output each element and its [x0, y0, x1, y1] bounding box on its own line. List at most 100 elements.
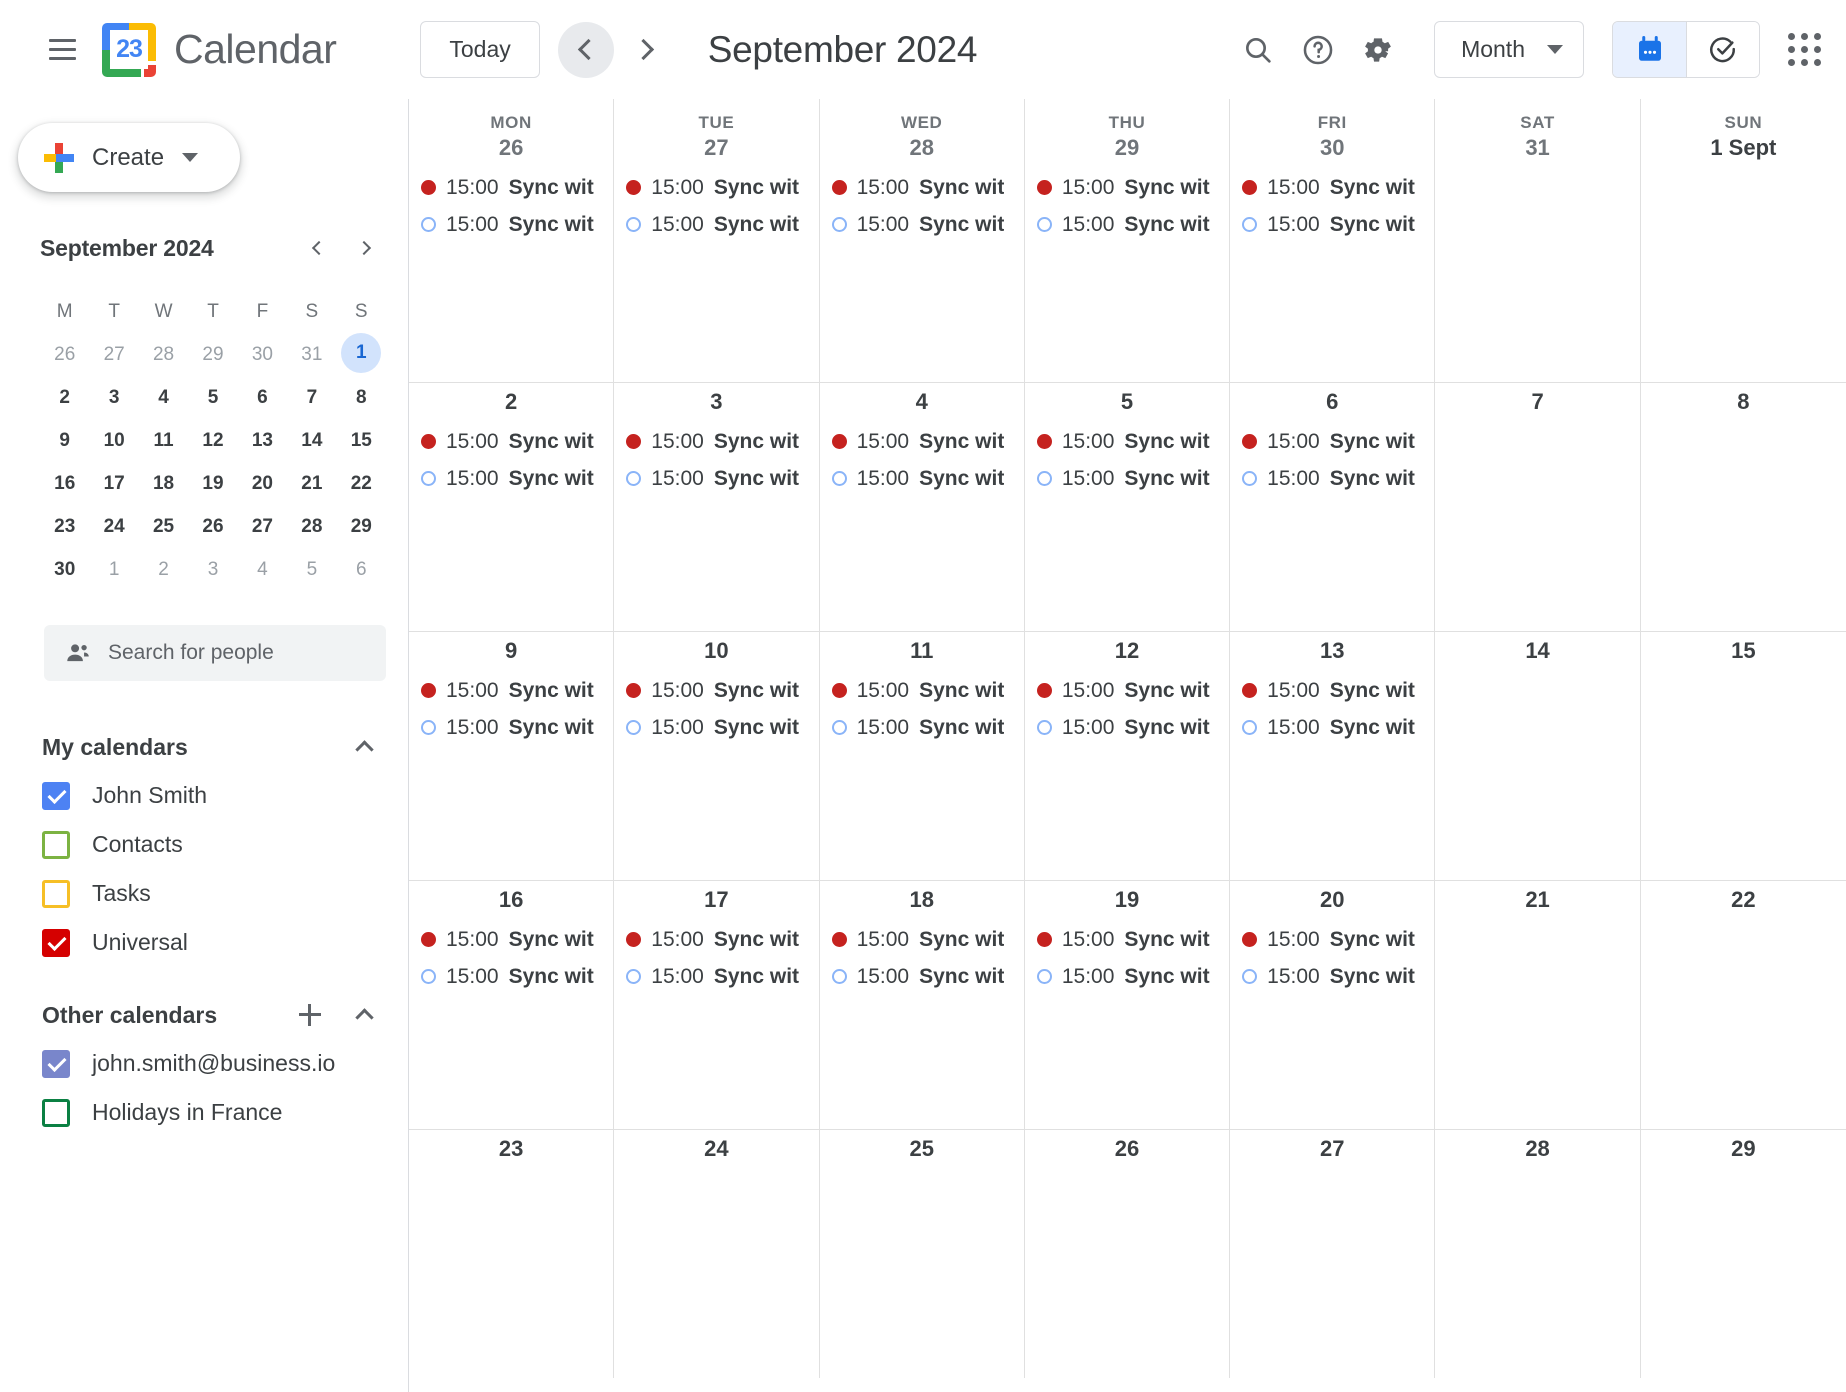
- collapse-my-calendars-button[interactable]: [342, 725, 386, 769]
- calendar-event[interactable]: 15:00 Sync wit: [826, 423, 1018, 460]
- mini-calendar-day[interactable]: 1: [341, 333, 382, 373]
- my-calendar-item[interactable]: Universal: [42, 918, 386, 967]
- day-number[interactable]: 29: [1025, 133, 1229, 169]
- mini-calendar-day[interactable]: 3: [188, 548, 237, 591]
- calendar-event[interactable]: 15:00 Sync wit: [1031, 709, 1223, 746]
- calendar-event[interactable]: 15:00 Sync wit: [1031, 460, 1223, 497]
- day-number[interactable]: 2: [409, 383, 613, 423]
- calendar-event[interactable]: 15:00 Sync wit: [1236, 460, 1428, 497]
- mini-calendar-day[interactable]: 30: [238, 333, 287, 376]
- calendar-day-cell[interactable]: 3 15:00 Sync wit 15:00 Sync wit: [614, 383, 820, 631]
- mini-calendar-day[interactable]: 18: [139, 462, 188, 505]
- calendar-day-cell[interactable]: 12 15:00 Sync wit 15:00 Sync wit: [1025, 632, 1231, 880]
- calendar-event[interactable]: 15:00 Sync wit: [415, 921, 607, 958]
- calendar-event[interactable]: 15:00 Sync wit: [620, 958, 812, 995]
- day-number[interactable]: 1 Sept: [1641, 133, 1846, 169]
- calendar-event[interactable]: 15:00 Sync wit: [415, 460, 607, 497]
- view-selector[interactable]: Month: [1434, 21, 1584, 78]
- calendar-day-cell[interactable]: 27: [1230, 1130, 1436, 1378]
- calendar-day-cell[interactable]: 15: [1641, 632, 1846, 880]
- mini-calendar-day[interactable]: 24: [89, 505, 138, 548]
- today-button[interactable]: Today: [420, 21, 540, 78]
- mini-calendar-day[interactable]: 28: [139, 333, 188, 376]
- my-calendar-checkbox[interactable]: [42, 928, 70, 957]
- day-number[interactable]: 25: [820, 1130, 1024, 1170]
- calendar-day-cell[interactable]: 13 15:00 Sync wit 15:00 Sync wit: [1230, 632, 1436, 880]
- calendar-day-cell[interactable]: 31: [1435, 133, 1641, 382]
- search-people-input[interactable]: Search for people: [44, 625, 386, 681]
- day-number[interactable]: 27: [614, 133, 818, 169]
- calendar-day-cell[interactable]: 6 15:00 Sync wit 15:00 Sync wit: [1230, 383, 1436, 631]
- my-calendars-header[interactable]: My calendars: [42, 723, 386, 771]
- calendar-day-cell[interactable]: 20 15:00 Sync wit 15:00 Sync wit: [1230, 881, 1436, 1129]
- day-number[interactable]: 29: [1641, 1130, 1846, 1170]
- mini-calendar-day[interactable]: 22: [337, 462, 386, 505]
- mini-calendar-day[interactable]: 4: [238, 548, 287, 591]
- calendar-event[interactable]: 15:00 Sync wit: [620, 169, 812, 206]
- calendar-event[interactable]: 15:00 Sync wit: [1031, 206, 1223, 243]
- mini-calendar-day[interactable]: 8: [337, 376, 386, 419]
- calendar-event[interactable]: 15:00 Sync wit: [415, 709, 607, 746]
- calendar-day-cell[interactable]: 4 15:00 Sync wit 15:00 Sync wit: [820, 383, 1025, 631]
- mini-calendar-next-button[interactable]: [346, 228, 386, 268]
- day-number[interactable]: 19: [1025, 881, 1229, 921]
- calendar-day-cell[interactable]: 2 15:00 Sync wit 15:00 Sync wit: [409, 383, 615, 631]
- calendar-event[interactable]: 15:00 Sync wit: [1031, 921, 1223, 958]
- calendar-day-cell[interactable]: 26: [1025, 1130, 1231, 1378]
- my-calendar-checkbox[interactable]: [42, 830, 70, 859]
- other-calendar-item[interactable]: Holidays in France: [42, 1088, 386, 1137]
- day-number[interactable]: 4: [820, 383, 1024, 423]
- day-number[interactable]: 17: [614, 881, 818, 921]
- calendar-day-cell[interactable]: 7: [1435, 383, 1641, 631]
- mini-calendar-day[interactable]: 6: [337, 548, 386, 591]
- calendar-day-cell[interactable]: 27 15:00 Sync wit 15:00 Sync wit: [614, 133, 820, 382]
- day-number[interactable]: 16: [409, 881, 613, 921]
- mini-calendar-day[interactable]: 21: [287, 462, 336, 505]
- mini-calendar-day[interactable]: 25: [139, 505, 188, 548]
- calendar-day-cell[interactable]: 8: [1641, 383, 1846, 631]
- mini-calendar-day[interactable]: 19: [188, 462, 237, 505]
- calendar-day-cell[interactable]: 17 15:00 Sync wit 15:00 Sync wit: [614, 881, 820, 1129]
- calendar-event[interactable]: 15:00 Sync wit: [826, 921, 1018, 958]
- calendar-event[interactable]: 15:00 Sync wit: [1236, 169, 1428, 206]
- day-number[interactable]: 3: [614, 383, 818, 423]
- apps-grid-icon[interactable]: [1764, 20, 1824, 80]
- mini-calendar-day[interactable]: 27: [238, 505, 287, 548]
- brand[interactable]: 23 Calendar: [102, 22, 337, 77]
- calendar-day-cell[interactable]: 26 15:00 Sync wit 15:00 Sync wit: [409, 133, 615, 382]
- calendar-day-cell[interactable]: 1 Sept: [1641, 133, 1846, 382]
- calendar-event[interactable]: 15:00 Sync wit: [1031, 423, 1223, 460]
- mini-calendar-day[interactable]: 13: [238, 419, 287, 462]
- other-calendars-header[interactable]: Other calendars: [42, 991, 386, 1039]
- hamburger-menu-icon[interactable]: [34, 22, 90, 78]
- mini-calendar-prev-button[interactable]: [296, 228, 336, 268]
- mini-calendar-day[interactable]: 29: [188, 333, 237, 376]
- create-button[interactable]: Create: [18, 123, 240, 192]
- day-number[interactable]: 13: [1230, 632, 1434, 672]
- calendar-day-cell[interactable]: 16 15:00 Sync wit 15:00 Sync wit: [409, 881, 615, 1129]
- mini-calendar-day[interactable]: 14: [287, 419, 336, 462]
- day-number[interactable]: 30: [1230, 133, 1434, 169]
- next-period-button[interactable]: [618, 22, 674, 78]
- mini-calendar-day[interactable]: 7: [287, 376, 336, 419]
- mini-calendar-day[interactable]: 2: [139, 548, 188, 591]
- calendar-event[interactable]: 15:00 Sync wit: [826, 460, 1018, 497]
- calendar-event[interactable]: 15:00 Sync wit: [826, 709, 1018, 746]
- gear-icon[interactable]: [1350, 22, 1406, 78]
- calendar-event[interactable]: 15:00 Sync wit: [1236, 423, 1428, 460]
- day-number[interactable]: 26: [1025, 1130, 1229, 1170]
- mini-calendar-day[interactable]: 17: [89, 462, 138, 505]
- day-number[interactable]: 18: [820, 881, 1024, 921]
- mini-calendar-day[interactable]: 9: [40, 419, 89, 462]
- calendar-event[interactable]: 15:00 Sync wit: [1236, 921, 1428, 958]
- calendar-event[interactable]: 15:00 Sync wit: [620, 423, 812, 460]
- calendar-event[interactable]: 15:00 Sync wit: [415, 169, 607, 206]
- calendar-day-cell[interactable]: 9 15:00 Sync wit 15:00 Sync wit: [409, 632, 615, 880]
- day-number[interactable]: 20: [1230, 881, 1434, 921]
- calendar-day-cell[interactable]: 21: [1435, 881, 1641, 1129]
- calendar-event[interactable]: 15:00 Sync wit: [826, 206, 1018, 243]
- mini-calendar-day[interactable]: 30: [40, 548, 89, 591]
- day-number[interactable]: 6: [1230, 383, 1434, 423]
- calendar-day-cell[interactable]: 28 15:00 Sync wit 15:00 Sync wit: [820, 133, 1025, 382]
- calendar-event[interactable]: 15:00 Sync wit: [826, 672, 1018, 709]
